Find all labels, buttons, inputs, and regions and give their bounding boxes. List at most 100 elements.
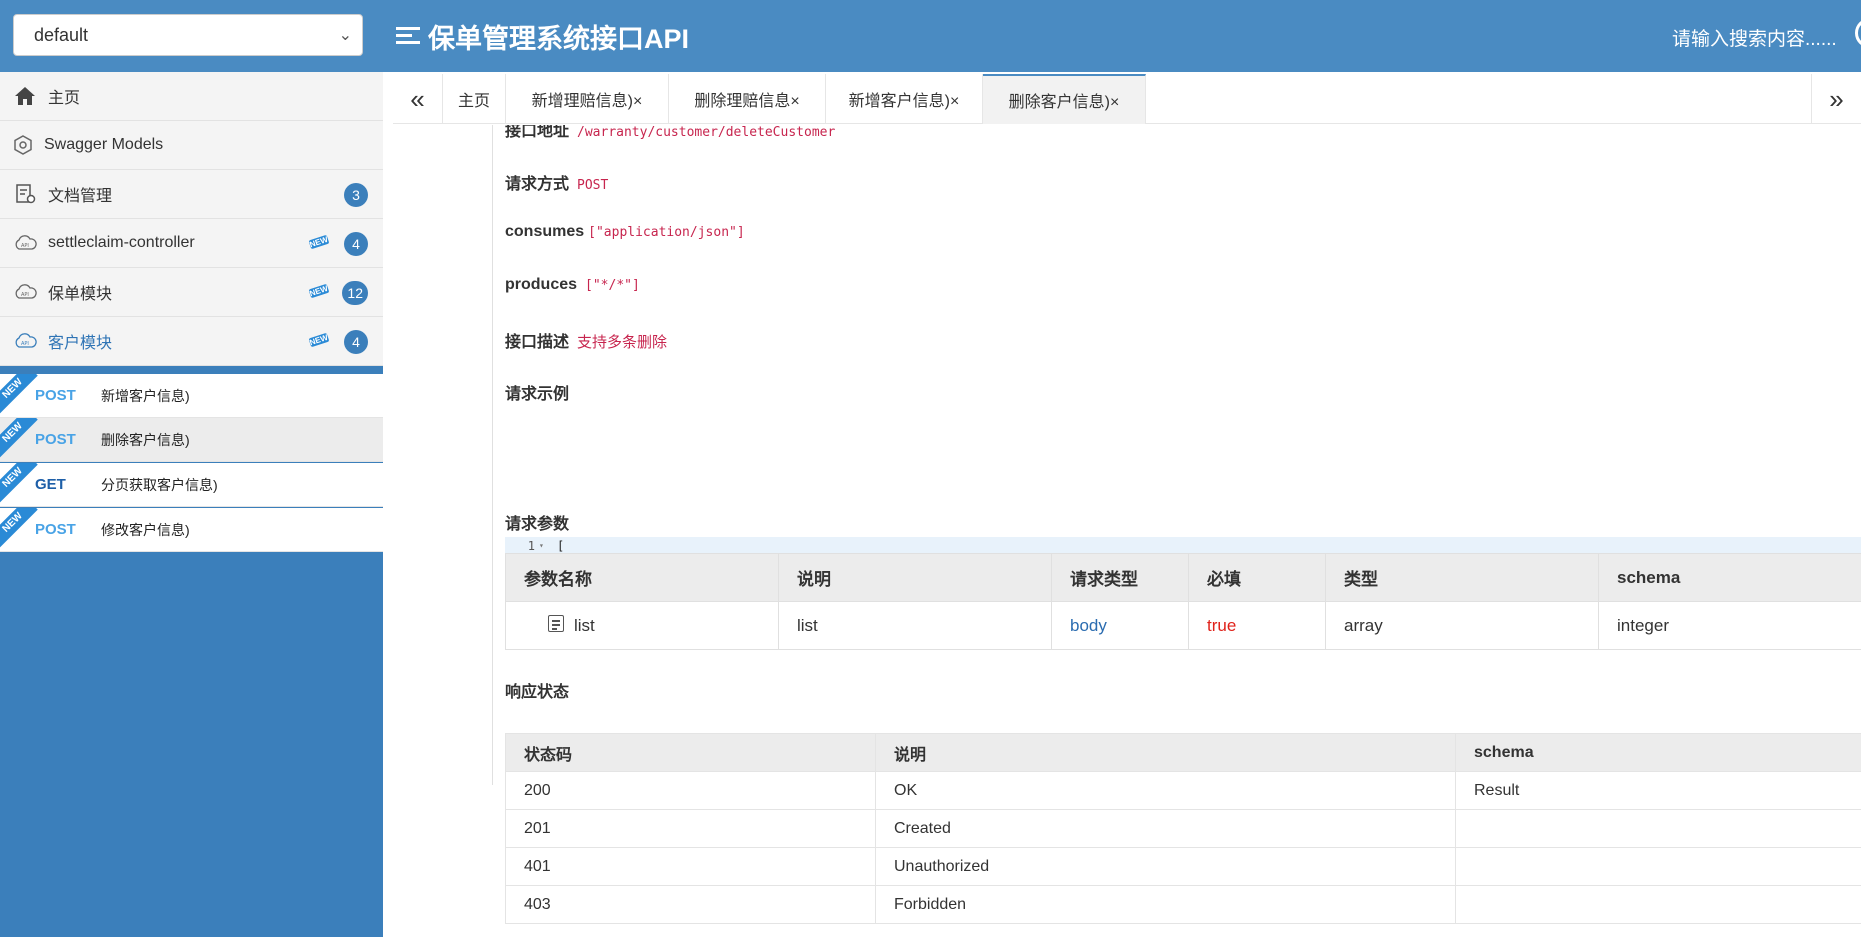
description-row: 接口描述 支持多条删除: [505, 328, 667, 352]
table-cell: [1455, 847, 1861, 886]
http-method: POST: [35, 387, 76, 404]
produces-value: ["*/*"]: [585, 278, 640, 293]
table-cell: integer: [1598, 601, 1861, 650]
request-example-title: 请求示例: [505, 386, 570, 403]
sidebar-item-settleclaim[interactable]: API settleclaim-controller NEW 4: [0, 219, 383, 268]
search-input[interactable]: 请输入搜索内容......: [1672, 24, 1837, 51]
app-title-text: 保单管理系统接口API: [428, 23, 690, 54]
count-badge: 12: [342, 281, 368, 305]
tab-delete-claim[interactable]: 删除理赔信息×: [669, 74, 826, 124]
table-row: 401 Unauthorized: [505, 847, 1861, 886]
sidebar-item-customer[interactable]: API 客户模块 NEW 4: [0, 317, 383, 366]
col-header: 参数名称: [505, 553, 779, 602]
table-cell: [1455, 885, 1861, 924]
address-label: 接口地址: [505, 125, 570, 140]
http-method: POST: [35, 521, 76, 538]
table-header-row: 参数名称 说明 请求类型 必填 类型 schema: [505, 553, 1861, 602]
response-status-title: 响应状态: [505, 684, 570, 701]
table-cell: Result: [1455, 771, 1861, 810]
method-label: 请求方式: [505, 176, 570, 193]
table-cell: array: [1325, 601, 1599, 650]
svg-text:API: API: [21, 243, 29, 249]
sidebar-item-swagger-models[interactable]: Swagger Models: [0, 121, 383, 170]
new-ribbon: NEW: [0, 374, 38, 414]
sidebar-item-label: Swagger Models: [44, 136, 164, 153]
count-badge: 4: [344, 232, 368, 256]
table-cell: OK: [875, 771, 1456, 810]
group-select[interactable]: default ⌄: [13, 14, 363, 56]
table-cell: true: [1188, 601, 1326, 650]
param-name-cell: list: [505, 601, 779, 650]
api-item-update-customer[interactable]: NEW POST 修改客户信息): [0, 508, 383, 552]
chevron-down-icon: ⌄: [338, 27, 352, 44]
table-row: 200 OK Result: [505, 771, 1861, 810]
api-name: 删除客户信息): [101, 431, 190, 448]
table-cell: 201: [505, 809, 876, 848]
table-row: 403 Forbidden: [505, 885, 1861, 924]
models-icon: [10, 132, 36, 158]
http-method: POST: [35, 431, 76, 448]
consumes-value: ["application/json"]: [588, 225, 745, 240]
address-row: 接口地址/warranty/customer/deleteCustomer: [505, 125, 835, 141]
col-header: 必填: [1188, 553, 1326, 602]
table-header-row: 状态码 说明 schema: [505, 733, 1861, 772]
tab-scroll-right-icon[interactable]: »: [1811, 74, 1861, 124]
api-name: 新增客户信息): [101, 387, 190, 404]
sidebar-item-policy[interactable]: API 保单模块 NEW 12: [0, 268, 383, 317]
sidebar-item-label: 文档管理: [48, 188, 113, 205]
home-icon: [12, 83, 38, 109]
sidebar-item-home[interactable]: 主页: [0, 72, 383, 121]
api-cloud-icon: API: [12, 328, 38, 354]
tab-delete-customer[interactable]: 删除客户信息)×: [983, 74, 1146, 124]
sidebar-item-label: 主页: [48, 90, 81, 107]
table-cell: 403: [505, 885, 876, 924]
col-header: 说明: [875, 733, 1456, 772]
col-header: 请求类型: [1051, 553, 1189, 602]
docs-icon: [12, 181, 38, 207]
api-item-delete-customer[interactable]: NEW POST 删除客户信息): [0, 418, 383, 462]
col-header: schema: [1598, 553, 1861, 602]
app-title: 保单管理系统接口API: [396, 16, 689, 56]
params-table: 参数名称 说明 请求类型 必填 类型 schema list list body…: [505, 553, 1861, 650]
produces-row: produces ["*/*"]: [505, 276, 640, 294]
tab-add-claim[interactable]: 新增理赔信息)×: [506, 74, 669, 124]
divider: [492, 125, 493, 785]
tab-scroll-left-icon[interactable]: «: [393, 74, 443, 124]
method-row: 请求方式 POST: [505, 170, 608, 194]
table-cell: 401: [505, 847, 876, 886]
http-method: GET: [35, 476, 66, 493]
api-doc-content: 接口地址/warranty/customer/deleteCustomer 请求…: [393, 125, 1861, 937]
col-header: 说明: [778, 553, 1052, 602]
schema-doc-icon[interactable]: [548, 615, 564, 632]
status-table: 状态码 说明 schema 200 OK Result 201 Created …: [505, 733, 1861, 924]
new-badge: NEW: [308, 234, 330, 250]
new-badge: NEW: [308, 332, 330, 348]
sidebar-item-label: settleclaim-controller: [48, 234, 195, 251]
sidebar-item-docs[interactable]: 文档管理 3: [0, 170, 383, 219]
new-ribbon: NEW: [0, 463, 38, 503]
top-header: default ⌄ 保单管理系统接口API 请输入搜索内容......: [0, 0, 1861, 72]
search-icon[interactable]: [1855, 18, 1861, 48]
description-label: 接口描述: [505, 334, 570, 351]
menu-toggle-icon[interactable]: [396, 25, 420, 47]
tab-add-customer[interactable]: 新增客户信息)×: [826, 74, 983, 124]
col-header: 状态码: [505, 733, 876, 772]
api-item-add-customer[interactable]: NEW POST 新增客户信息): [0, 374, 383, 418]
table-cell: Created: [875, 809, 1456, 848]
sidebar-item-label: 客户模块: [48, 335, 113, 352]
tab-home[interactable]: 主页: [443, 74, 506, 124]
col-header: 类型: [1325, 553, 1599, 602]
tab-bar: « 主页 新增理赔信息)× 删除理赔信息× 新增客户信息)× 删除客户信息)× …: [393, 74, 1861, 124]
api-item-page-customer[interactable]: NEW GET 分页获取客户信息): [0, 463, 383, 507]
col-header: schema: [1455, 733, 1861, 772]
table-cell: 200: [505, 771, 876, 810]
sidebar-item-label: 保单模块: [48, 286, 113, 303]
count-badge: 3: [344, 183, 368, 207]
table-cell: Forbidden: [875, 885, 1456, 924]
table-cell: Unauthorized: [875, 847, 1456, 886]
table-cell: body: [1051, 601, 1189, 650]
description-value: 支持多条删除: [577, 334, 668, 351]
api-cloud-icon: API: [12, 230, 38, 256]
new-ribbon: NEW: [0, 508, 38, 548]
method-value: POST: [577, 178, 609, 193]
